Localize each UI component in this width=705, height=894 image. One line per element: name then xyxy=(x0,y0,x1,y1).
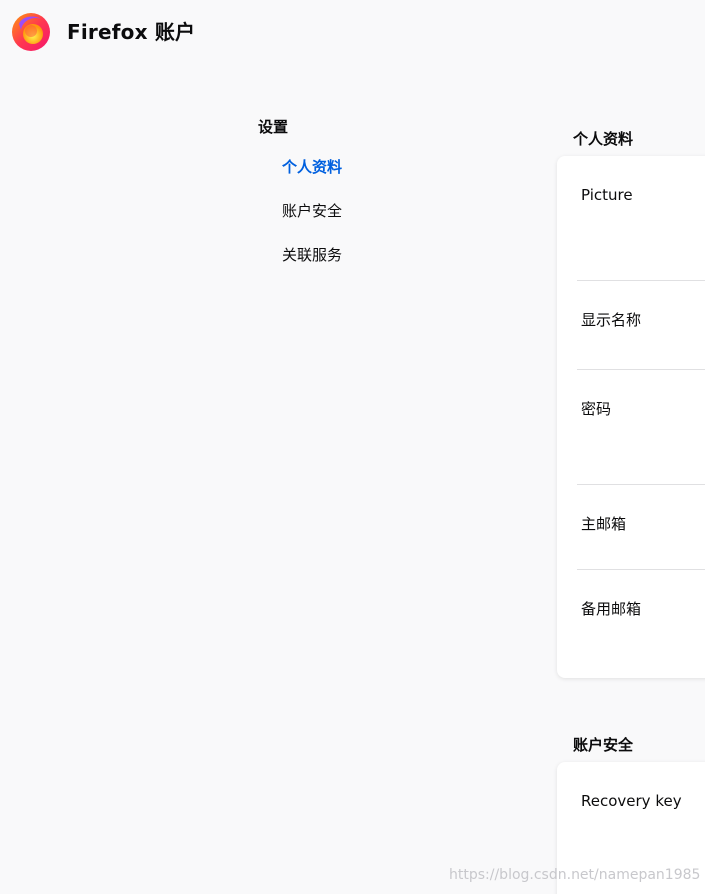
sidebar-heading: 设置 xyxy=(258,118,289,136)
picture-row-label: Picture xyxy=(581,186,633,204)
watermark: https://blog.csdn.net/namepan1985 xyxy=(449,867,701,883)
settings-page: Firefox 账户 设置 个人资料 账户安全 关联服务 个人资料 Pictur… xyxy=(0,0,705,894)
profile-section-heading: 个人资料 xyxy=(573,130,634,149)
security-section-heading: 账户安全 xyxy=(573,736,634,755)
divider xyxy=(577,484,705,485)
firefox-logo-icon[interactable] xyxy=(11,12,51,52)
sidebar-item-connected-services[interactable]: 关联服务 xyxy=(282,244,342,266)
profile-card: Picture 显示名称 密码 主邮箱 备用邮箱 xyxy=(557,156,705,678)
recovery-key-row-label: Recovery key xyxy=(581,792,682,810)
settings-sidebar: 设置 个人资料 账户安全 关联服务 xyxy=(258,116,342,264)
divider xyxy=(577,369,705,370)
divider xyxy=(577,569,705,570)
sidebar-item-profile[interactable]: 个人资料 xyxy=(282,156,342,178)
app-header: Firefox 账户 xyxy=(0,0,705,64)
secondary-email-row-label: 备用邮箱 xyxy=(581,600,642,618)
sidebar-item-security[interactable]: 账户安全 xyxy=(282,200,342,222)
password-row-label: 密码 xyxy=(581,400,612,418)
primary-email-row-label: 主邮箱 xyxy=(581,515,627,533)
divider xyxy=(577,280,705,281)
display-name-row-label: 显示名称 xyxy=(581,311,642,329)
app-title: Firefox 账户 xyxy=(67,20,196,44)
